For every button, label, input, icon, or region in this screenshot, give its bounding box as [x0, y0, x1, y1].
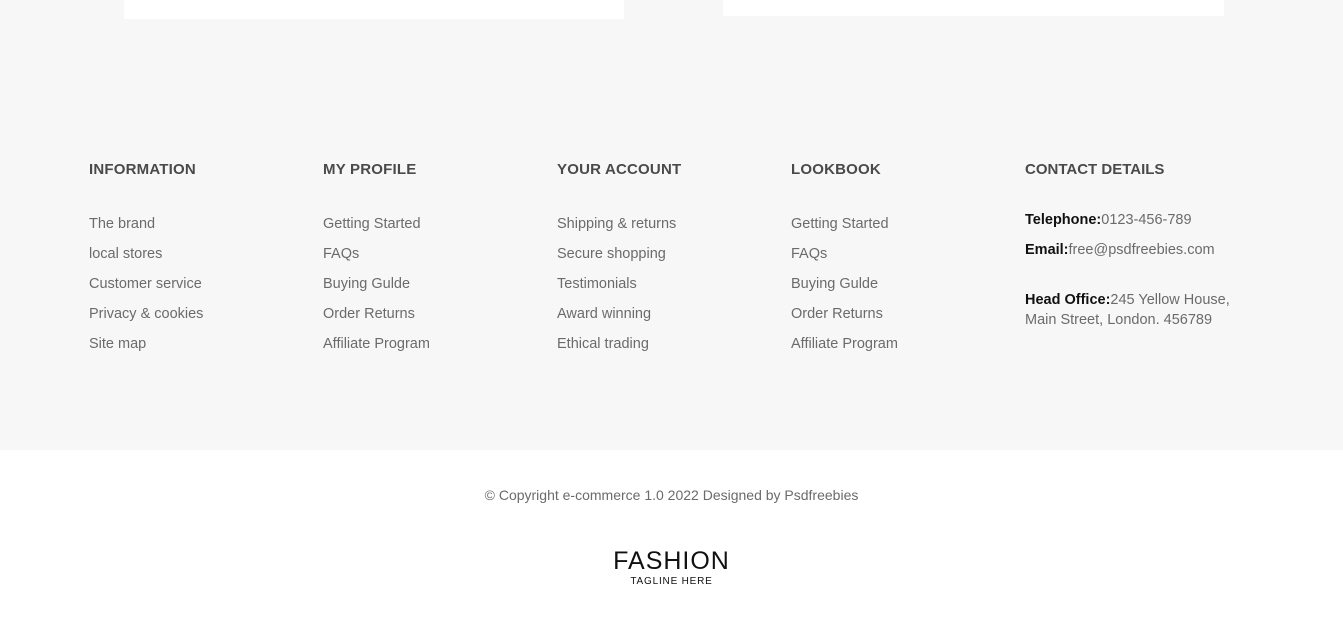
footer-link-order-returns[interactable]: Order Returns: [323, 304, 430, 334]
footer-link-award-winning[interactable]: Award winning: [557, 304, 681, 334]
fashion-logo[interactable]: FASHION TAGLINE HERE: [0, 545, 1343, 587]
office-address-line2: Main Street, London. 456789: [1025, 312, 1213, 328]
footer-link-customer-service[interactable]: Customer service: [89, 274, 203, 304]
contact-email: Email:free@psdfreebies.com: [1025, 240, 1285, 260]
footer-main: INFORMATION The brand local stores Custo…: [0, 0, 1343, 450]
footer-link-buying-guide[interactable]: Buying Gulde: [323, 274, 430, 304]
footer-link-site-map[interactable]: Site map: [89, 334, 203, 364]
footer-link-buying-guide[interactable]: Buying Gulde: [791, 274, 898, 304]
logo-tagline: TAGLINE HERE: [630, 576, 713, 587]
footer-link-getting-started[interactable]: Getting Started: [791, 214, 898, 244]
office-address-line1: 245 Yellow House,: [1110, 292, 1230, 308]
footer-link-faqs[interactable]: FAQs: [323, 244, 430, 274]
link-list: Getting Started FAQs Buying Gulde Order …: [323, 214, 430, 364]
column-heading: CONTACT DETAILS: [1025, 161, 1165, 178]
footer-link-privacy-cookies[interactable]: Privacy & cookies: [89, 304, 203, 334]
column-heading: INFORMATION: [89, 161, 196, 178]
footer-column-your-account: YOUR ACCOUNT Shipping & returns Secure s…: [557, 160, 681, 364]
footer-column-contact-details: CONTACT DETAILS Telephone:0123-456-789 E…: [1025, 160, 1285, 330]
footer-link-affiliate-program[interactable]: Affiliate Program: [791, 334, 898, 364]
footer-link-order-returns[interactable]: Order Returns: [791, 304, 898, 334]
footer-column-information: INFORMATION The brand local stores Custo…: [89, 160, 203, 364]
link-list: Shipping & returns Secure shopping Testi…: [557, 214, 681, 364]
footer-link-local-stores[interactable]: local stores: [89, 244, 203, 274]
copyright-text: © Copyright e-commerce 1.0 2022 Designed…: [484, 487, 859, 503]
footer-column-lookbook: LOOKBOOK Getting Started FAQs Buying Gul…: [791, 160, 898, 364]
email-label: Email:: [1025, 242, 1069, 258]
contact-telephone: Telephone:0123-456-789: [1025, 210, 1285, 230]
footer-link-shipping-returns[interactable]: Shipping & returns: [557, 214, 681, 244]
footer-link-faqs[interactable]: FAQs: [791, 244, 898, 274]
office-label: Head Office:: [1025, 292, 1111, 308]
telephone-value[interactable]: 0123-456-789: [1101, 212, 1191, 228]
email-value[interactable]: free@psdfreebies.com: [1069, 242, 1215, 258]
footer-link-ethical-trading[interactable]: Ethical trading: [557, 334, 681, 364]
column-heading: LOOKBOOK: [791, 161, 881, 178]
footer-link-secure-shopping[interactable]: Secure shopping: [557, 244, 681, 274]
contact-head-office: Head Office:245 Yellow House,: [1025, 290, 1285, 310]
logo-name: FASHION: [613, 547, 730, 575]
product-card-bottom-right: [723, 0, 1224, 16]
footer-link-getting-started[interactable]: Getting Started: [323, 214, 430, 244]
footer-link-the-brand[interactable]: The brand: [89, 214, 203, 244]
column-heading: YOUR ACCOUNT: [557, 161, 682, 178]
column-heading: MY PROFILE: [323, 161, 417, 178]
footer-link-affiliate-program[interactable]: Affiliate Program: [323, 334, 430, 364]
footer-link-testimonials[interactable]: Testimonials: [557, 274, 681, 304]
telephone-label: Telephone:: [1025, 212, 1102, 228]
link-list: Getting Started FAQs Buying Gulde Order …: [791, 214, 898, 364]
link-list: The brand local stores Customer service …: [89, 214, 203, 364]
footer-column-my-profile: MY PROFILE Getting Started FAQs Buying G…: [323, 160, 430, 364]
product-card-bottom-left: [124, 0, 624, 19]
